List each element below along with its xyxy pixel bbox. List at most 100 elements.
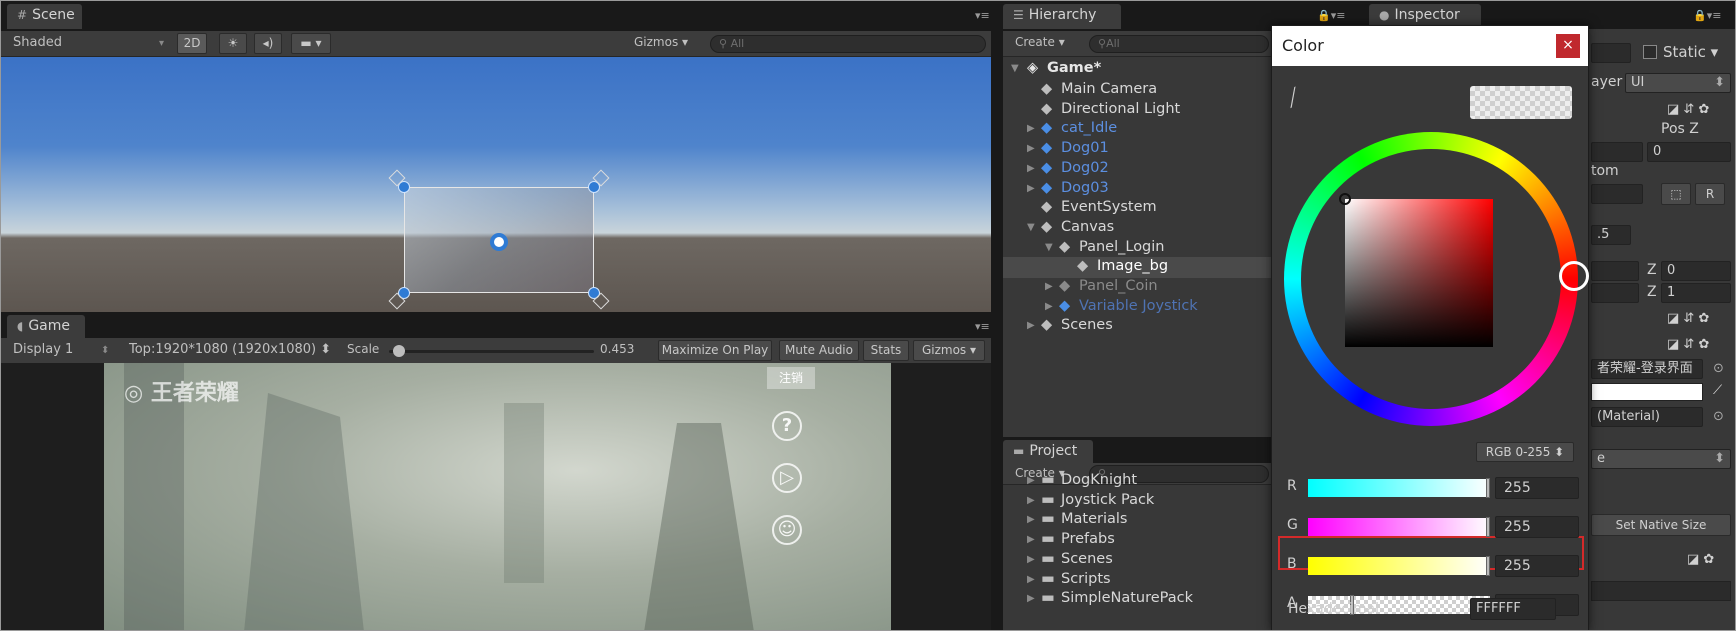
rect-transform-icons[interactable]: ◪ ⇵ ✿ bbox=[1667, 102, 1709, 117]
expand-arrow-icon[interactable]: ▶ bbox=[1027, 163, 1035, 174]
hierarchy-item[interactable]: ▶ ◆ Dog01 bbox=[1003, 139, 1273, 160]
hierarchy-create-dropdown[interactable]: Create ▾ bbox=[1015, 35, 1065, 49]
eyedropper-icon[interactable]: ⟋ bbox=[1713, 383, 1722, 398]
scale-slider-thumb[interactable] bbox=[392, 345, 405, 357]
expand-arrow-icon[interactable]: ▶ bbox=[1027, 143, 1035, 154]
name-field-end[interactable] bbox=[1591, 43, 1631, 63]
set-native-size-button[interactable]: Set Native Size bbox=[1591, 514, 1731, 536]
project-folder-item[interactable]: ▶ ▬ Joystick Pack bbox=[1003, 491, 1273, 512]
expand-arrow-icon[interactable]: ▶ bbox=[1027, 123, 1035, 134]
static-label[interactable]: Static ▾ bbox=[1663, 43, 1718, 61]
sv-picker-knob[interactable] bbox=[1339, 193, 1351, 205]
hierarchy-item[interactable]: ▼ ◆ Canvas bbox=[1003, 218, 1273, 239]
material-field[interactable]: (Material) bbox=[1591, 407, 1703, 427]
material-picker-icon[interactable]: ⊙ bbox=[1713, 409, 1724, 424]
scale-y-field[interactable] bbox=[1591, 283, 1639, 303]
expand-arrow-icon[interactable]: ▶ bbox=[1045, 301, 1053, 312]
scene-panel-menu-icon[interactable]: ▾≡ bbox=[975, 9, 990, 22]
hierarchy-item[interactable]: ▶ ◆ Dog03 bbox=[1003, 179, 1273, 200]
image-type-dropdown[interactable]: e ⬍ bbox=[1591, 449, 1731, 469]
expand-arrow-icon[interactable]: ▶ bbox=[1027, 183, 1035, 194]
scene-search-input[interactable]: ⚲ All bbox=[710, 35, 986, 53]
logout-button[interactable]: 注销 bbox=[767, 367, 815, 389]
static-checkbox[interactable] bbox=[1643, 45, 1657, 59]
mute-audio-toggle[interactable]: Mute Audio bbox=[779, 340, 859, 361]
inspector-lock-icon[interactable]: 🔒▾≡ bbox=[1693, 9, 1721, 22]
hierarchy-item[interactable]: ◆ Main Camera bbox=[1003, 80, 1273, 101]
shading-mode-dropdown[interactable]: Shaded bbox=[13, 35, 62, 50]
tab-project[interactable]: ▬ Project bbox=[1003, 440, 1093, 465]
color-field[interactable] bbox=[1591, 383, 1703, 401]
project-folder-item[interactable]: ▶ ▬ DogKnight bbox=[1003, 471, 1273, 492]
expand-arrow-icon[interactable]: ▼ bbox=[1045, 242, 1053, 253]
expand-arrow-icon[interactable]: ▼ bbox=[1011, 63, 1019, 74]
scene-gizmos-dropdown[interactable]: Gizmos ▾ bbox=[634, 35, 688, 49]
pivot-handle[interactable] bbox=[490, 233, 508, 251]
display-dropdown[interactable]: Display 1 bbox=[13, 342, 73, 357]
raw-edit-button[interactable]: R bbox=[1695, 183, 1725, 205]
eyedropper-icon[interactable]: ⟋ bbox=[1281, 84, 1307, 113]
channel-slider-handle[interactable] bbox=[1486, 478, 1490, 498]
hierarchy-item[interactable]: ▶ ◆ Dog02 bbox=[1003, 159, 1273, 180]
maximize-on-play-toggle[interactable]: Maximize On Play bbox=[658, 340, 772, 361]
play-video-icon[interactable]: ▷ bbox=[772, 463, 802, 493]
project-folder-item[interactable]: ▶ ▬ Scripts bbox=[1003, 570, 1273, 591]
channel-slider-handle[interactable] bbox=[1486, 517, 1490, 537]
user-icon[interactable]: ☺ bbox=[772, 515, 802, 545]
expand-arrow-icon[interactable]: ▼ bbox=[1027, 222, 1035, 233]
project-folder-item[interactable]: ▶ ▬ SimpleNaturePack bbox=[1003, 589, 1273, 610]
hierarchy-item[interactable]: ◆ EventSystem bbox=[1003, 198, 1273, 219]
rotation-y-field[interactable] bbox=[1591, 261, 1639, 281]
blueprint-mode-button[interactable]: ⬚ bbox=[1661, 183, 1691, 205]
expand-arrow-icon[interactable]: ▶ bbox=[1027, 495, 1035, 506]
channel-slider[interactable] bbox=[1308, 556, 1490, 576]
2d-toggle-button[interactable]: 2D bbox=[177, 33, 207, 54]
help-icon[interactable]: ? bbox=[772, 411, 802, 441]
script-component-icons[interactable]: ◪ ✿ bbox=[1687, 552, 1714, 567]
hierarchy-lock-icon[interactable]: 🔒▾≡ bbox=[1317, 9, 1345, 22]
resolution-dropdown[interactable]: Top:1920*1080 (1920x1080) ⬍ bbox=[129, 342, 331, 357]
scale-slider[interactable] bbox=[389, 345, 594, 357]
channel-slider[interactable] bbox=[1308, 517, 1490, 537]
color-picker-titlebar[interactable]: Color bbox=[1272, 26, 1588, 66]
expand-arrow-icon[interactable]: ▶ bbox=[1027, 514, 1035, 525]
image-component-icons[interactable]: ◪ ⇵ ✿ bbox=[1667, 337, 1709, 352]
hue-picker-knob[interactable] bbox=[1559, 261, 1589, 291]
hierarchy-item[interactable]: ▶ ◆ cat_Idle bbox=[1003, 119, 1273, 140]
pos-y-field-end[interactable] bbox=[1591, 142, 1643, 162]
project-folder-item[interactable]: ▶ ▬ Materials bbox=[1003, 510, 1273, 531]
tab-scene[interactable]: # Scene bbox=[7, 4, 82, 29]
lighting-toggle-icon[interactable]: ☀ bbox=[219, 33, 247, 54]
pivot-y-field[interactable]: .5 bbox=[1591, 225, 1631, 245]
audio-toggle-icon[interactable]: ◂) bbox=[254, 33, 282, 54]
hexadecimal-field[interactable]: FFFFFF bbox=[1470, 598, 1556, 620]
pos-z-field[interactable]: 0 bbox=[1647, 142, 1731, 162]
expand-arrow-icon[interactable]: ▶ bbox=[1027, 593, 1035, 604]
game-gizmos-dropdown[interactable]: Gizmos ▾ bbox=[913, 340, 985, 361]
expand-arrow-icon[interactable]: ▶ bbox=[1027, 320, 1035, 331]
expand-arrow-icon[interactable]: ▶ bbox=[1027, 574, 1035, 585]
project-folder-item[interactable]: ▶ ▬ Scenes bbox=[1003, 550, 1273, 571]
hierarchy-item[interactable]: ▼ ◆ Panel_Login bbox=[1003, 238, 1273, 259]
project-folder-item[interactable]: ▶ ▬ Prefabs bbox=[1003, 530, 1273, 551]
tab-game[interactable]: ◖ Game bbox=[7, 315, 85, 340]
saturation-value-square[interactable] bbox=[1345, 199, 1493, 347]
stats-toggle[interactable]: Stats bbox=[863, 340, 909, 361]
layer-dropdown[interactable]: UI ⬍ bbox=[1625, 73, 1731, 93]
tab-hierarchy[interactable]: ☰ Hierarchy bbox=[1003, 4, 1121, 29]
game-panel-menu-icon[interactable]: ▾≡ bbox=[975, 320, 990, 333]
hierarchy-item[interactable]: ◆ Directional Light bbox=[1003, 100, 1273, 121]
channel-value-field[interactable]: 255 bbox=[1495, 516, 1579, 538]
source-image-field[interactable]: 者荣耀-登录界面 bbox=[1591, 359, 1703, 379]
object-picker-icon[interactable]: ⊙ bbox=[1713, 361, 1724, 376]
channel-value-field[interactable]: 255 bbox=[1495, 477, 1579, 499]
hierarchy-item[interactable]: ▶ ◆ Scenes bbox=[1003, 316, 1273, 337]
canvas-renderer-icons[interactable]: ◪ ⇵ ✿ bbox=[1667, 311, 1709, 326]
effects-toggle-icon[interactable]: ▬ ▾ bbox=[291, 33, 331, 54]
script-field[interactable] bbox=[1591, 581, 1731, 601]
rotation-z-field[interactable]: 0 bbox=[1661, 261, 1731, 281]
scale-z-field[interactable]: 1 bbox=[1661, 283, 1731, 303]
expand-arrow-icon[interactable]: ▶ bbox=[1045, 281, 1053, 292]
hierarchy-item[interactable]: ▶ ◆ Variable Joystick bbox=[1003, 297, 1273, 318]
scene-root-row[interactable]: ▼ ◈ Game* bbox=[1003, 59, 1273, 80]
